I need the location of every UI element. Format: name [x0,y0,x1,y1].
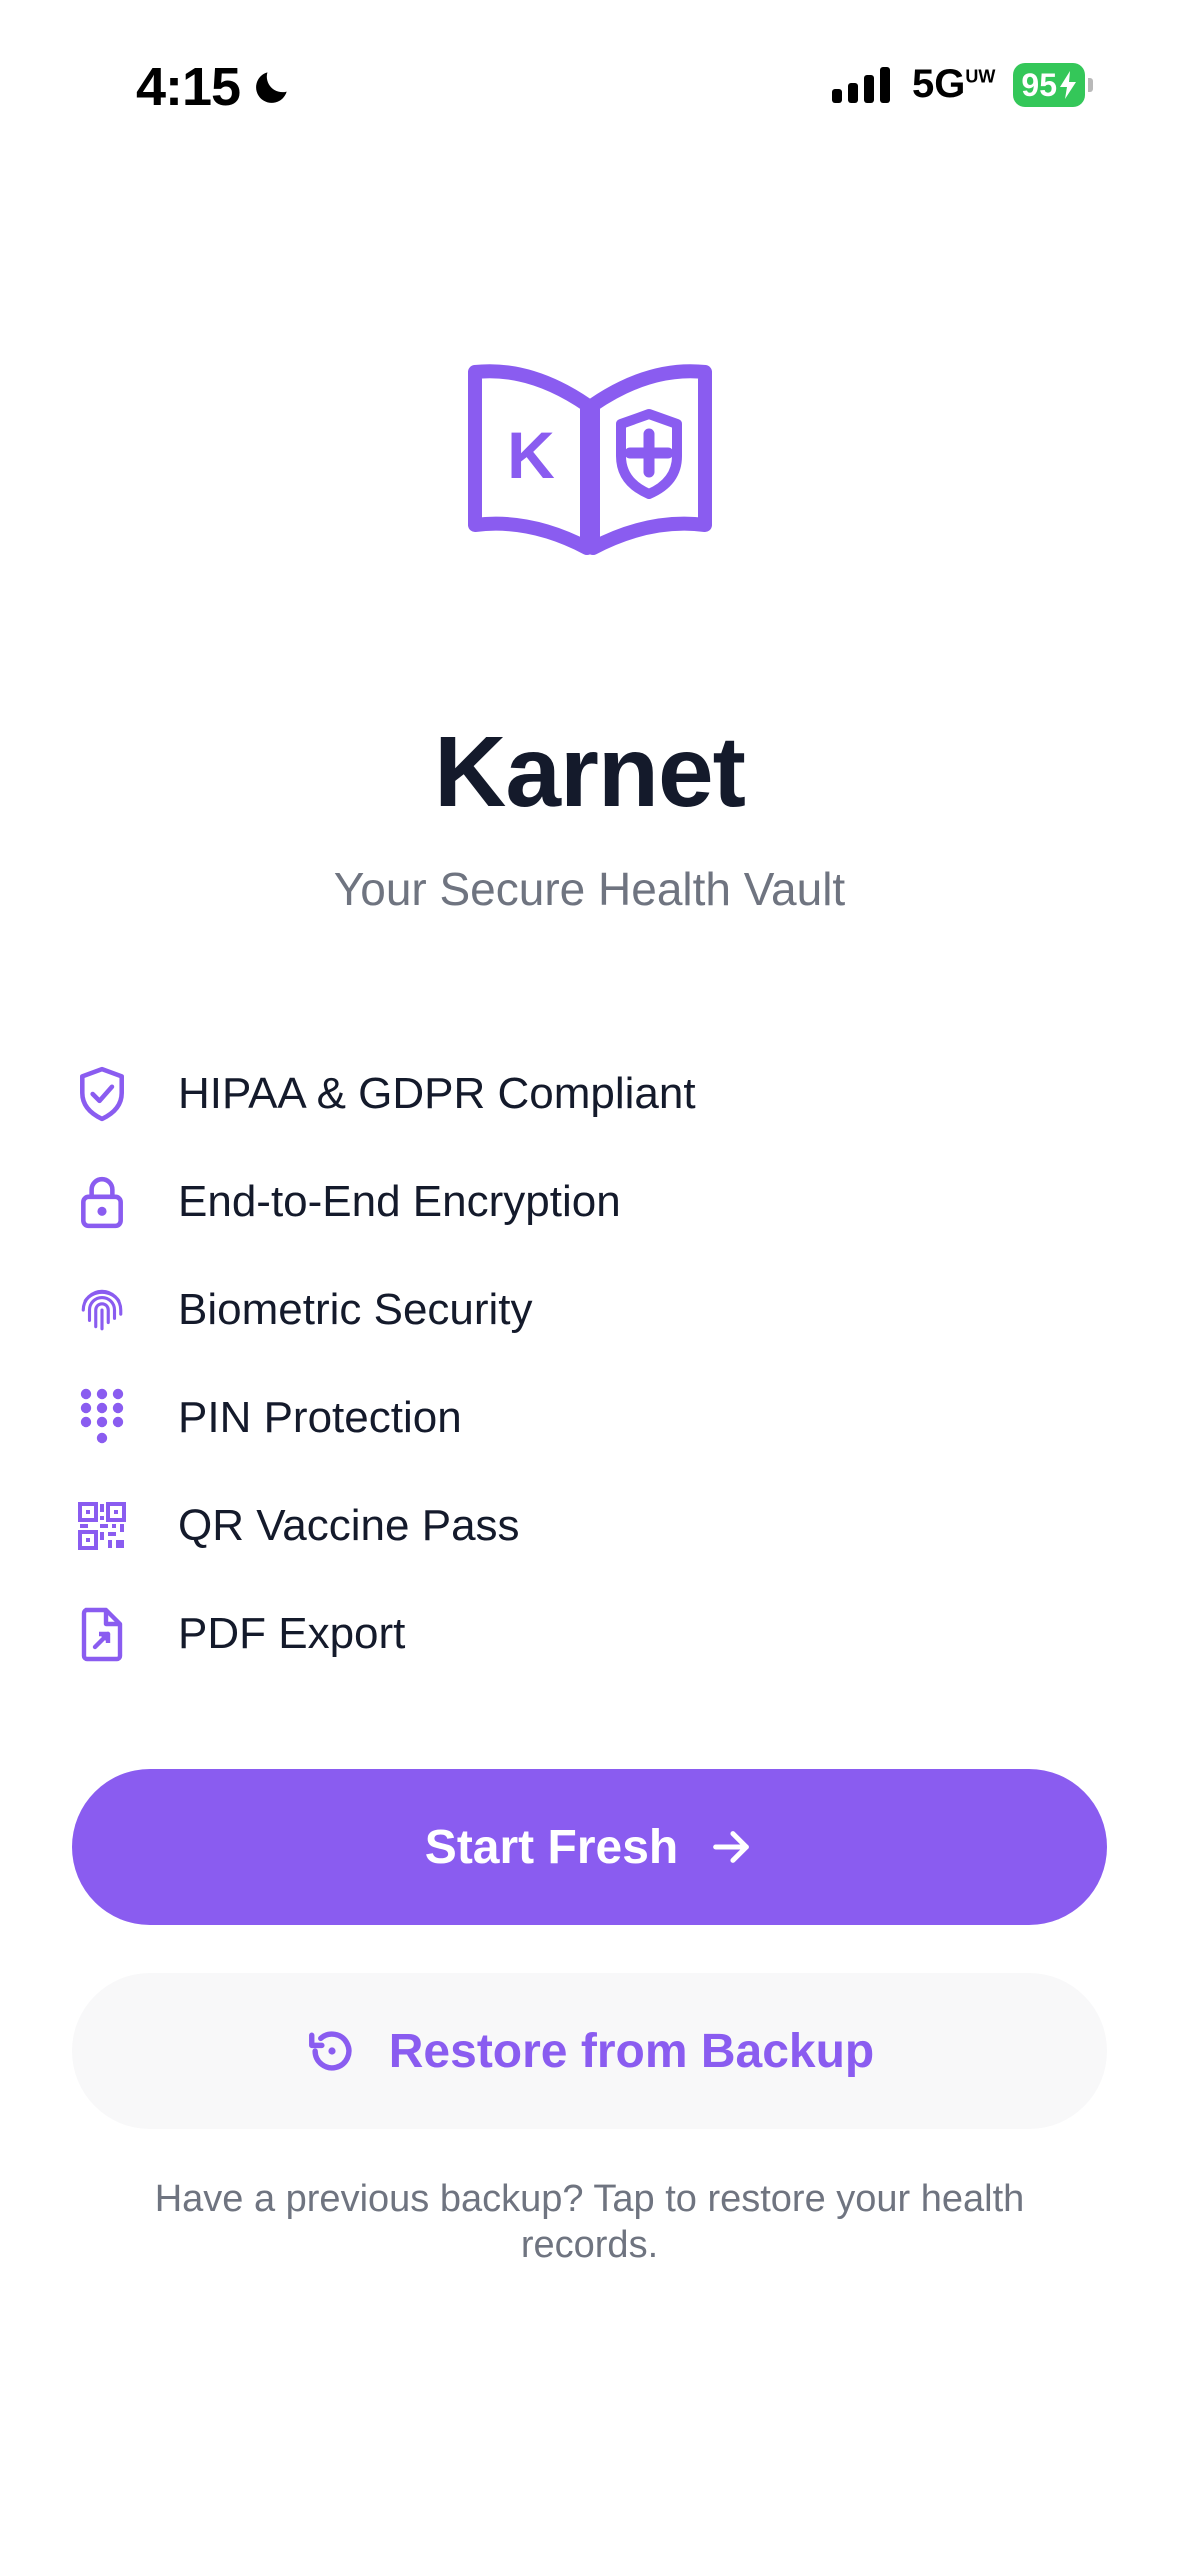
shield-check-icon [72,1064,132,1124]
feature-label: End-to-End Encryption [178,1177,621,1226]
keypad-icon [72,1388,132,1448]
qr-code-icon [72,1496,132,1556]
status-time: 4:15 [136,56,294,118]
status-indicators: 5GUW 95 [832,62,1093,107]
file-export-icon [72,1604,132,1664]
app-subtitle: Your Secure Health Vault [333,863,846,915]
feature-item: End-to-End Encryption [72,1148,1112,1256]
network-label: 5GUW [912,62,995,107]
start-fresh-label: Start Fresh [424,1820,679,1874]
moon-icon [256,72,287,103]
restore-backup-button[interactable]: Restore from Backup [72,1973,1107,2129]
onboarding-screen: 4:15 5GUW 95 K Karnet Your Secure Health… [0,0,1179,2556]
restore-history-icon [308,2031,352,2071]
app-title: Karnet [434,716,746,828]
feature-item: PIN Protection [72,1364,1112,1472]
arrow-right-icon [713,1831,750,1863]
feature-label: PIN Protection [178,1393,462,1442]
battery-indicator: 95 [1013,62,1093,107]
feature-label: HIPAA & GDPR Compliant [178,1069,696,1118]
battery-level: 95 [1021,66,1057,103]
feature-item: PDF Export [72,1580,1112,1688]
status-time-text: 4:15 [136,57,241,117]
network-suffix: UW [965,66,996,87]
karnet-logo-icon: K [468,364,712,555]
feature-item: Biometric Security [72,1256,1112,1364]
feature-item: HIPAA & GDPR Compliant [72,1040,1112,1148]
restore-backup-label: Restore from Backup [388,2024,875,2078]
status-bar: 4:15 5GUW 95 [0,52,1179,122]
logo-letter: K [507,418,555,492]
network-type: 5G [912,62,966,106]
fingerprint-icon [72,1280,132,1340]
battery-body: 95 [1013,62,1085,107]
signal-icon [832,66,891,103]
feature-item: QR Vaccine Pass [72,1472,1112,1580]
restore-helper-text: Have a previous backup? Tap to restore y… [154,2178,1025,2266]
battery-cap [1088,77,1093,92]
feature-list: HIPAA & GDPR Compliant End-to-End Encryp… [72,1040,1112,1688]
feature-label: QR Vaccine Pass [178,1501,520,1550]
feature-label: Biometric Security [178,1285,533,1334]
charging-bolt-icon [1060,70,1076,99]
feature-label: PDF Export [178,1609,406,1658]
start-fresh-button[interactable]: Start Fresh [72,1769,1107,1925]
lock-icon [72,1172,132,1232]
